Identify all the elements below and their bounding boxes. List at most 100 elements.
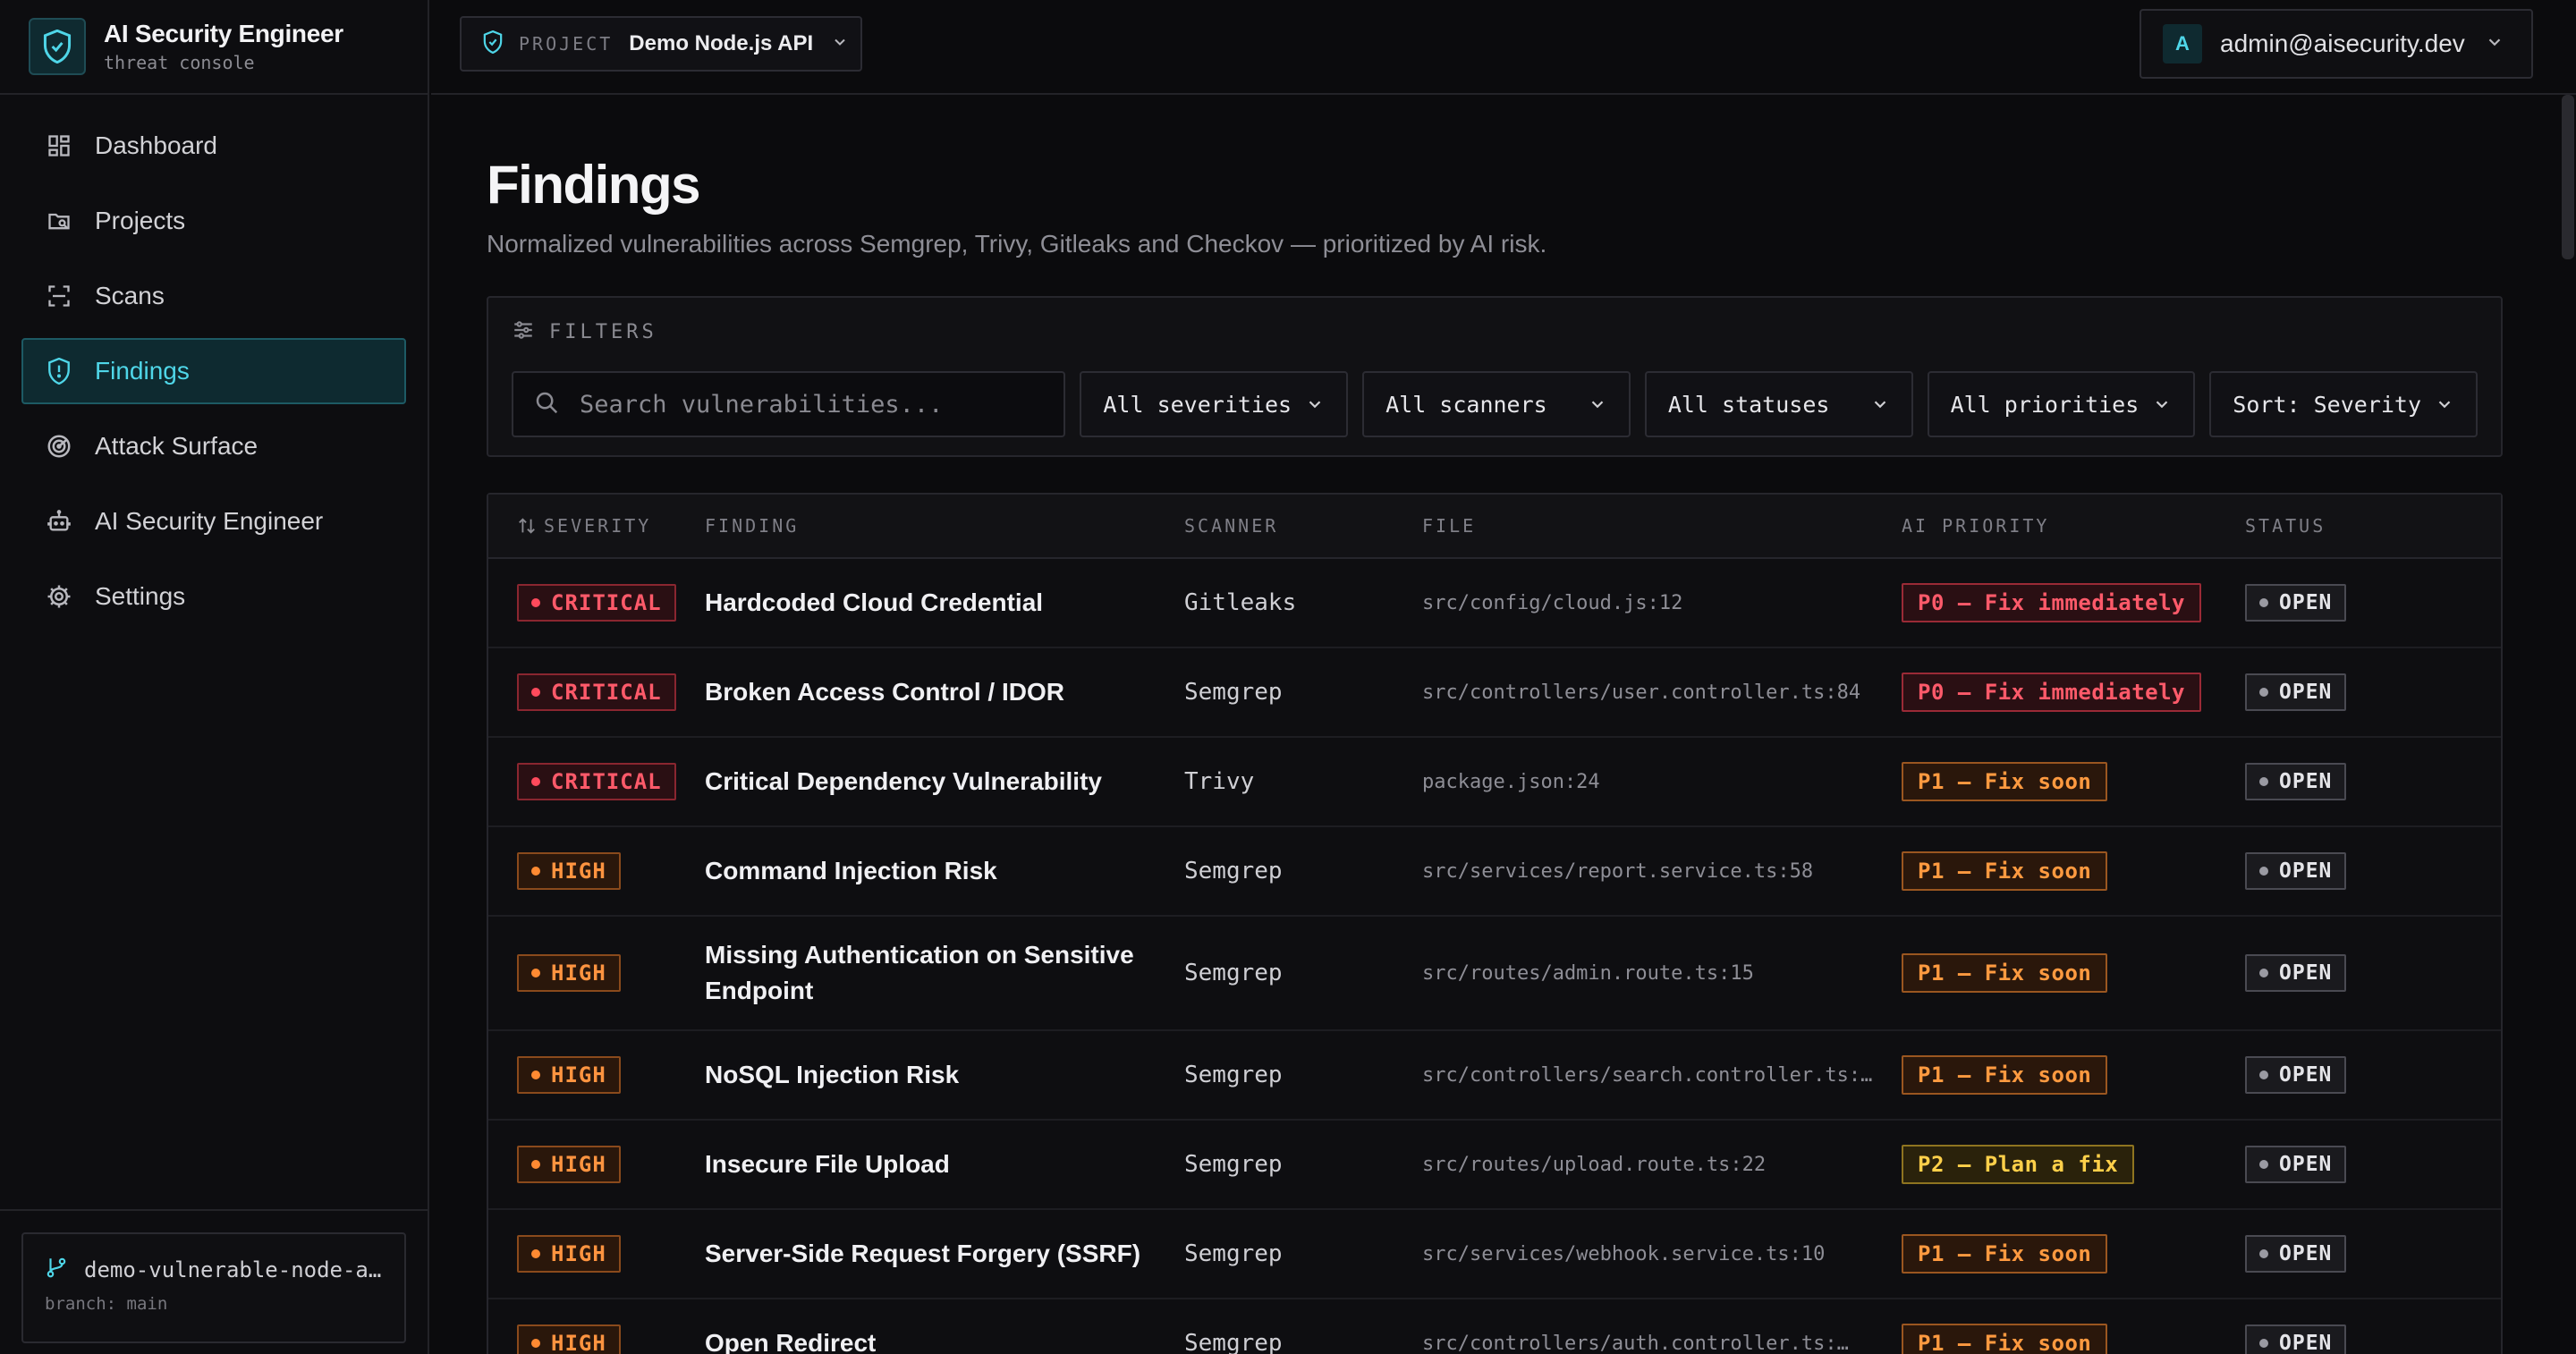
- robot-icon: [45, 507, 73, 536]
- priority-badge: P2 — Plan a fix: [1902, 1145, 2135, 1184]
- chevron-down-icon: [2438, 401, 2451, 409]
- finding-title[interactable]: NoSQL Injection Risk: [705, 1061, 959, 1088]
- sidebar-item-settings[interactable]: Settings: [21, 563, 406, 630]
- user-email: admin@aisecurity.dev: [2220, 30, 2465, 57]
- scanner-name: Gitleaks: [1184, 589, 1297, 616]
- chevron-down-icon: [1591, 401, 1604, 409]
- sidebar-item-label: Attack Surface: [95, 432, 258, 460]
- status-dot: [2259, 1339, 2268, 1348]
- finding-title[interactable]: Hardcoded Cloud Credential: [705, 588, 1043, 616]
- sidebar-item-label: Findings: [95, 357, 190, 385]
- priority-badge: P1 — Fix soon: [1902, 1055, 2108, 1095]
- status-dot: [2259, 1249, 2268, 1258]
- sidebar-item-projects[interactable]: Projects: [21, 188, 406, 254]
- status-badge[interactable]: OPEN: [2245, 584, 2347, 622]
- priority-column-header: AI PRIORITY: [1902, 515, 2050, 537]
- finding-title[interactable]: Broken Access Control / IDOR: [705, 678, 1064, 706]
- severity-dot: [531, 1071, 540, 1079]
- shield-check-icon: [483, 30, 503, 58]
- status-badge[interactable]: OPEN: [2245, 1146, 2347, 1183]
- sidebar-item-findings[interactable]: Findings: [21, 338, 406, 404]
- status-badge[interactable]: OPEN: [2245, 1056, 2347, 1094]
- repo-branch: branch: main: [45, 1294, 168, 1314]
- severity-dot: [531, 969, 540, 977]
- brand-subtitle: threat console: [104, 52, 255, 73]
- finding-title[interactable]: Command Injection Risk: [705, 857, 997, 884]
- gear-icon: [45, 582, 73, 611]
- status-badge[interactable]: OPEN: [2245, 852, 2347, 890]
- file-path: src/routes/upload.route.ts:22: [1422, 1153, 1767, 1176]
- repo-card[interactable]: demo-vulnerable-node-a… branch: main: [21, 1232, 406, 1343]
- chevron-down-icon: [2485, 32, 2504, 56]
- table-row[interactable]: HIGH Open Redirect Semgrep src/controlle…: [488, 1299, 2501, 1354]
- status-badge[interactable]: OPEN: [2245, 763, 2347, 800]
- sidebar: AI Security Engineer threat console Dash…: [0, 0, 429, 1354]
- project-selector[interactable]: PROJECT Demo Node.js API: [460, 16, 862, 72]
- table-row[interactable]: CRITICAL Broken Access Control / IDOR Se…: [488, 648, 2501, 738]
- status-badge[interactable]: OPEN: [2245, 1235, 2347, 1273]
- finding-title[interactable]: Missing Authentication on Sensitive Endp…: [705, 941, 1134, 1004]
- brand-logo[interactable]: [29, 18, 86, 75]
- severity-column-header[interactable]: SEVERITY: [488, 515, 705, 537]
- priority-badge: P1 — Fix soon: [1902, 953, 2108, 993]
- scrollbar-thumb[interactable]: [2562, 95, 2574, 259]
- severity-badge: CRITICAL: [517, 673, 676, 711]
- priority-badge: P0 — Fix immediately: [1902, 673, 2201, 712]
- finding-title[interactable]: Insecure File Upload: [705, 1150, 950, 1178]
- priority-filter[interactable]: All priorities: [1927, 371, 2196, 437]
- status-filter-value: All statuses: [1667, 391, 1830, 418]
- table-row[interactable]: HIGH Missing Authentication on Sensitive…: [488, 917, 2501, 1031]
- scanner-filter[interactable]: All scanners: [1362, 371, 1631, 437]
- finding-column-header: FINDING: [705, 515, 800, 537]
- table-row[interactable]: CRITICAL Hardcoded Cloud Credential Gitl…: [488, 559, 2501, 648]
- finding-title[interactable]: Server-Side Request Forgery (SSRF): [705, 1240, 1140, 1267]
- severity-filter[interactable]: All severities: [1080, 371, 1349, 437]
- file-column-header: FILE: [1422, 515, 1477, 537]
- severity-badge: HIGH: [517, 1056, 621, 1094]
- sidebar-item-scans[interactable]: Scans: [21, 263, 406, 329]
- priority-badge: P0 — Fix immediately: [1902, 583, 2201, 622]
- table-body: CRITICAL Hardcoded Cloud Credential Gitl…: [488, 559, 2501, 1354]
- file-path: package.json:24: [1422, 770, 1600, 793]
- table-row[interactable]: HIGH NoSQL Injection Risk Semgrep src/co…: [488, 1031, 2501, 1121]
- status-column-header: STATUS: [2245, 515, 2326, 537]
- severity-badge: HIGH: [517, 1235, 621, 1273]
- scan-icon: [45, 282, 73, 310]
- sidebar-item-dashboard[interactable]: Dashboard: [21, 113, 406, 179]
- project-name: Demo Node.js API: [629, 31, 814, 55]
- sidebar-footer: demo-vulnerable-node-a… branch: main: [0, 1209, 428, 1354]
- status-badge[interactable]: OPEN: [2245, 673, 2347, 711]
- scanner-name: Semgrep: [1184, 1240, 1283, 1267]
- table-row[interactable]: HIGH Insecure File Upload Semgrep src/ro…: [488, 1121, 2501, 1210]
- finding-title[interactable]: Open Redirect: [705, 1329, 876, 1354]
- sidebar-item-label: Scans: [95, 282, 165, 309]
- file-path: src/controllers/search.controller.ts:…: [1422, 1063, 1873, 1087]
- priority-badge: P1 — Fix soon: [1902, 1324, 2108, 1354]
- table-row[interactable]: HIGH Server-Side Request Forgery (SSRF) …: [488, 1210, 2501, 1299]
- finding-title[interactable]: Critical Dependency Vulnerability: [705, 767, 1102, 795]
- search-input[interactable]: [580, 390, 1063, 419]
- user-menu[interactable]: A admin@aisecurity.dev: [2140, 9, 2533, 79]
- sidebar-item-attack-surface[interactable]: Attack Surface: [21, 413, 406, 479]
- scanner-name: Semgrep: [1184, 960, 1283, 986]
- priority-badge: P1 — Fix soon: [1902, 1234, 2108, 1274]
- table-row[interactable]: HIGH Command Injection Risk Semgrep src/…: [488, 827, 2501, 917]
- status-dot: [2259, 598, 2268, 607]
- dashboard-grid-icon: [45, 131, 73, 160]
- scanner-filter-value: All scanners: [1385, 391, 1547, 418]
- search-icon: [533, 389, 560, 420]
- scanner-name: Trivy: [1184, 768, 1255, 795]
- table-row[interactable]: CRITICAL Critical Dependency Vulnerabili…: [488, 738, 2501, 827]
- search-box[interactable]: [512, 371, 1066, 437]
- scanner-column-header: SCANNER: [1184, 515, 1279, 537]
- page-title: Findings: [487, 155, 700, 215]
- severity-dot: [531, 598, 540, 607]
- status-badge[interactable]: OPEN: [2245, 1324, 2347, 1354]
- sidebar-item-ai-security-engineer[interactable]: AI Security Engineer: [21, 488, 406, 554]
- status-filter[interactable]: All statuses: [1644, 371, 1913, 437]
- status-badge[interactable]: OPEN: [2245, 954, 2347, 992]
- status-dot: [2259, 777, 2268, 786]
- scrollbar[interactable]: [2556, 95, 2576, 1354]
- sort-select[interactable]: Sort: Severity: [2209, 371, 2479, 437]
- priority-filter-value: All priorities: [1950, 391, 2140, 418]
